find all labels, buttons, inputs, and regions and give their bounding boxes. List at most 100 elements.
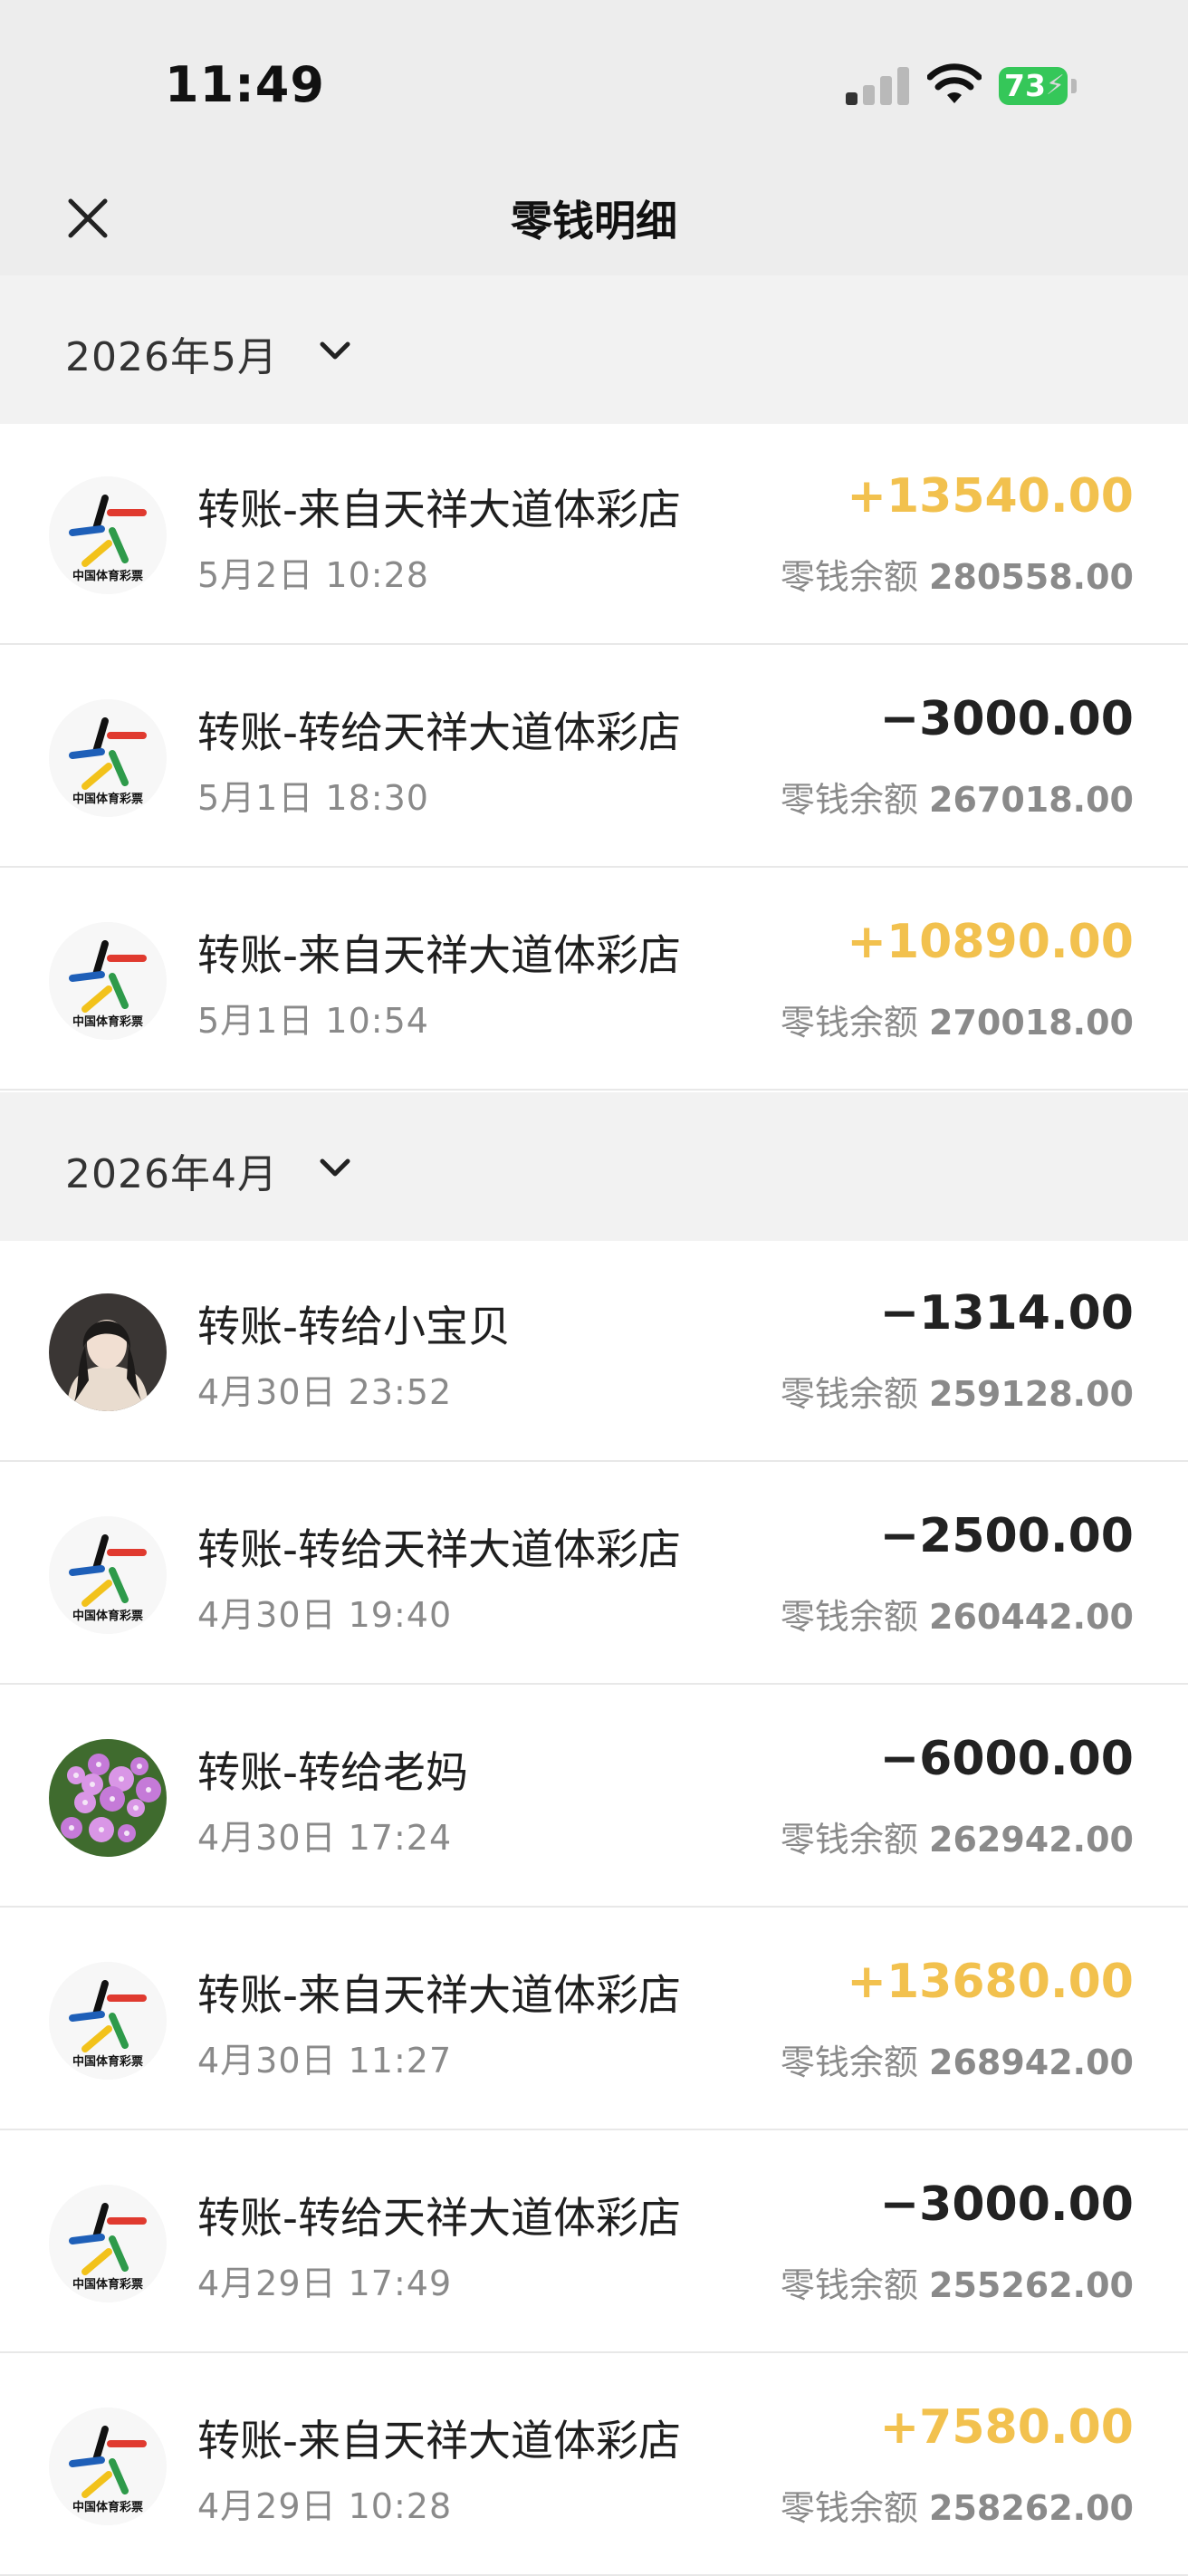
- balance-label: 零钱余额: [780, 780, 918, 820]
- transaction-title: 转账-来自天祥大道体彩店: [197, 1971, 681, 2021]
- balance-text: 零钱余额 260442.00: [781, 1589, 1134, 1639]
- transaction-row[interactable]: 中国体育彩票 转账-来自天祥大道体彩店 5月2日 10:28 +13540.00 零钱…: [0, 424, 1188, 645]
- transaction-amount: +7580.00: [879, 2400, 1134, 2455]
- balance-text: 零钱余额 255262.00: [781, 2257, 1134, 2307]
- transaction-time: 5月1日 18:30: [197, 778, 429, 818]
- transaction-row[interactable]: 中国体育彩票 转账-来自天祥大道体彩店 5月1日 10:54 +10890.00 零钱…: [0, 870, 1188, 1091]
- row-divider: [0, 1906, 1188, 1908]
- transaction-title: 转账-来自天祥大道体彩店: [197, 931, 681, 981]
- row-divider: [0, 2351, 1188, 2353]
- transaction-amount: +13540.00: [847, 469, 1134, 524]
- row-divider: [0, 643, 1188, 645]
- balance-label: 零钱余额: [780, 1374, 918, 1414]
- cellular-signal-icon: [846, 65, 911, 105]
- lottery-logo-icon: 中国体育彩票: [49, 922, 167, 1040]
- transaction-amount: −1314.00: [879, 1286, 1134, 1341]
- transaction-row[interactable]: 中国体育彩票 转账-转给天祥大道体彩店 4月29日 17:49 −3000.00 零钱…: [0, 2132, 1188, 2353]
- month-selector[interactable]: 2026年5月: [0, 275, 1188, 424]
- transaction-time: 5月2日 10:28: [197, 555, 429, 595]
- svg-text:中国体育彩票: 中国体育彩票: [72, 792, 143, 806]
- svg-text:中国体育彩票: 中国体育彩票: [72, 1014, 143, 1029]
- balance-value: 262942.00: [929, 1820, 1134, 1860]
- balance-label: 零钱余额: [780, 2043, 918, 2082]
- transaction-row[interactable]: 转账-转给老妈 4月30日 17:24 −6000.00 零钱余额 262942.00: [0, 1687, 1188, 1908]
- chevron-down-icon[interactable]: [319, 1158, 351, 1179]
- status-bar: 11:49 73 ⚡: [0, 0, 1188, 163]
- transaction-row[interactable]: 中国体育彩票 转账-来自天祥大道体彩店 4月29日 10:28 +7580.00 零钱…: [0, 2355, 1188, 2576]
- transaction-row[interactable]: 中国体育彩票 转账-转给天祥大道体彩店 5月1日 18:30 −3000.00 零钱余…: [0, 647, 1188, 868]
- svg-text:中国体育彩票: 中国体育彩票: [72, 2277, 143, 2292]
- transaction-time: 5月1日 10:54: [197, 1001, 429, 1041]
- transaction-amount: −2500.00: [879, 1509, 1134, 1563]
- transaction-row[interactable]: 中国体育彩票 转账-来自天祥大道体彩店 4月30日 11:27 +13680.00 零…: [0, 1909, 1188, 2130]
- balance-label: 零钱余额: [780, 2265, 918, 2305]
- balance-text: 零钱余额 280558.00: [781, 549, 1134, 599]
- flowers-photo-icon: [49, 1739, 167, 1857]
- lottery-logo-icon: 中国体育彩票: [49, 1516, 167, 1634]
- balance-label: 零钱余额: [780, 557, 918, 597]
- row-divider: [0, 1683, 1188, 1685]
- transaction-title: 转账-转给老妈: [197, 1748, 468, 1798]
- transaction-time: 4月30日 23:52: [197, 1372, 453, 1412]
- transaction-time: 4月30日 17:24: [197, 1818, 453, 1858]
- lottery-logo-icon: 中国体育彩票: [49, 1962, 167, 2080]
- balance-text: 零钱余额 270018.00: [781, 995, 1134, 1044]
- lottery-logo-icon: 中国体育彩票: [49, 2408, 167, 2525]
- chevron-down-icon[interactable]: [319, 341, 351, 362]
- row-divider: [0, 1460, 1188, 1462]
- transaction-time: 4月29日 17:49: [197, 2264, 453, 2303]
- row-divider: [0, 2129, 1188, 2130]
- balance-label: 零钱余额: [780, 2488, 918, 2528]
- transaction-amount: −6000.00: [879, 1732, 1134, 1786]
- month-label: 2026年5月: [65, 334, 278, 380]
- battery-tip: [1071, 79, 1077, 93]
- month-selector[interactable]: 2026年4月: [0, 1092, 1188, 1241]
- transaction-title: 转账-转给天祥大道体彩店: [197, 708, 681, 758]
- month-label: 2026年4月: [65, 1151, 278, 1197]
- lottery-logo-icon: 中国体育彩票: [49, 476, 167, 594]
- balance-text: 零钱余额 262942.00: [781, 1812, 1134, 1861]
- row-divider: [0, 866, 1188, 868]
- row-divider: [0, 1089, 1188, 1091]
- transaction-title: 转账-来自天祥大道体彩店: [197, 2417, 681, 2466]
- page-title: 零钱明细: [511, 197, 677, 245]
- lottery-logo-icon: 中国体育彩票: [49, 699, 167, 817]
- transaction-row[interactable]: 转账-转给小宝贝 4月30日 23:52 −1314.00 零钱余额 259128.0…: [0, 1241, 1188, 1462]
- balance-label: 零钱余额: [780, 1003, 918, 1043]
- balance-value: 270018.00: [929, 1003, 1134, 1043]
- navigation-bar: 零钱明细: [0, 163, 1188, 275]
- transaction-time: 4月30日 19:40: [197, 1595, 453, 1635]
- svg-text:中国体育彩票: 中国体育彩票: [72, 569, 143, 583]
- battery-level: 73: [1004, 68, 1046, 103]
- transaction-title: 转账-转给天祥大道体彩店: [197, 1525, 681, 1575]
- transaction-title: 转账-转给天祥大道体彩店: [197, 2194, 681, 2244]
- svg-text:中国体育彩票: 中国体育彩票: [72, 2054, 143, 2069]
- status-time: 11:49: [165, 56, 325, 113]
- transaction-amount: −3000.00: [879, 2177, 1134, 2232]
- balance-text: 零钱余额 258262.00: [781, 2480, 1134, 2530]
- lottery-logo-icon: 中国体育彩票: [49, 2185, 167, 2302]
- balance-text: 零钱余额 267018.00: [781, 772, 1134, 822]
- wifi-icon: [927, 63, 982, 103]
- transaction-amount: +13680.00: [847, 1955, 1134, 2009]
- balance-text: 零钱余额 259128.00: [781, 1366, 1134, 1416]
- battery-indicator: 73 ⚡: [999, 67, 1068, 105]
- transaction-time: 4月29日 10:28: [197, 2486, 453, 2526]
- balance-label: 零钱余额: [780, 1820, 918, 1860]
- transaction-time: 4月30日 11:27: [197, 2041, 453, 2081]
- person-photo-icon: [49, 1293, 167, 1411]
- transaction-title: 转账-转给小宝贝: [197, 1302, 511, 1352]
- balance-value: 260442.00: [929, 1597, 1134, 1637]
- balance-value: 255262.00: [929, 2265, 1134, 2305]
- balance-label: 零钱余额: [780, 1597, 918, 1637]
- balance-value: 268942.00: [929, 2043, 1134, 2082]
- balance-value: 267018.00: [929, 780, 1134, 820]
- transaction-title: 转账-来自天祥大道体彩店: [197, 485, 681, 535]
- balance-text: 零钱余额 268942.00: [781, 2034, 1134, 2084]
- transaction-amount: +10890.00: [847, 915, 1134, 969]
- balance-value: 258262.00: [929, 2488, 1134, 2528]
- svg-text:中国体育彩票: 中国体育彩票: [72, 1609, 143, 1623]
- balance-value: 280558.00: [929, 557, 1134, 597]
- transaction-row[interactable]: 中国体育彩票 转账-转给天祥大道体彩店 4月30日 19:40 −2500.00 零钱…: [0, 1464, 1188, 1685]
- transaction-amount: −3000.00: [879, 692, 1134, 746]
